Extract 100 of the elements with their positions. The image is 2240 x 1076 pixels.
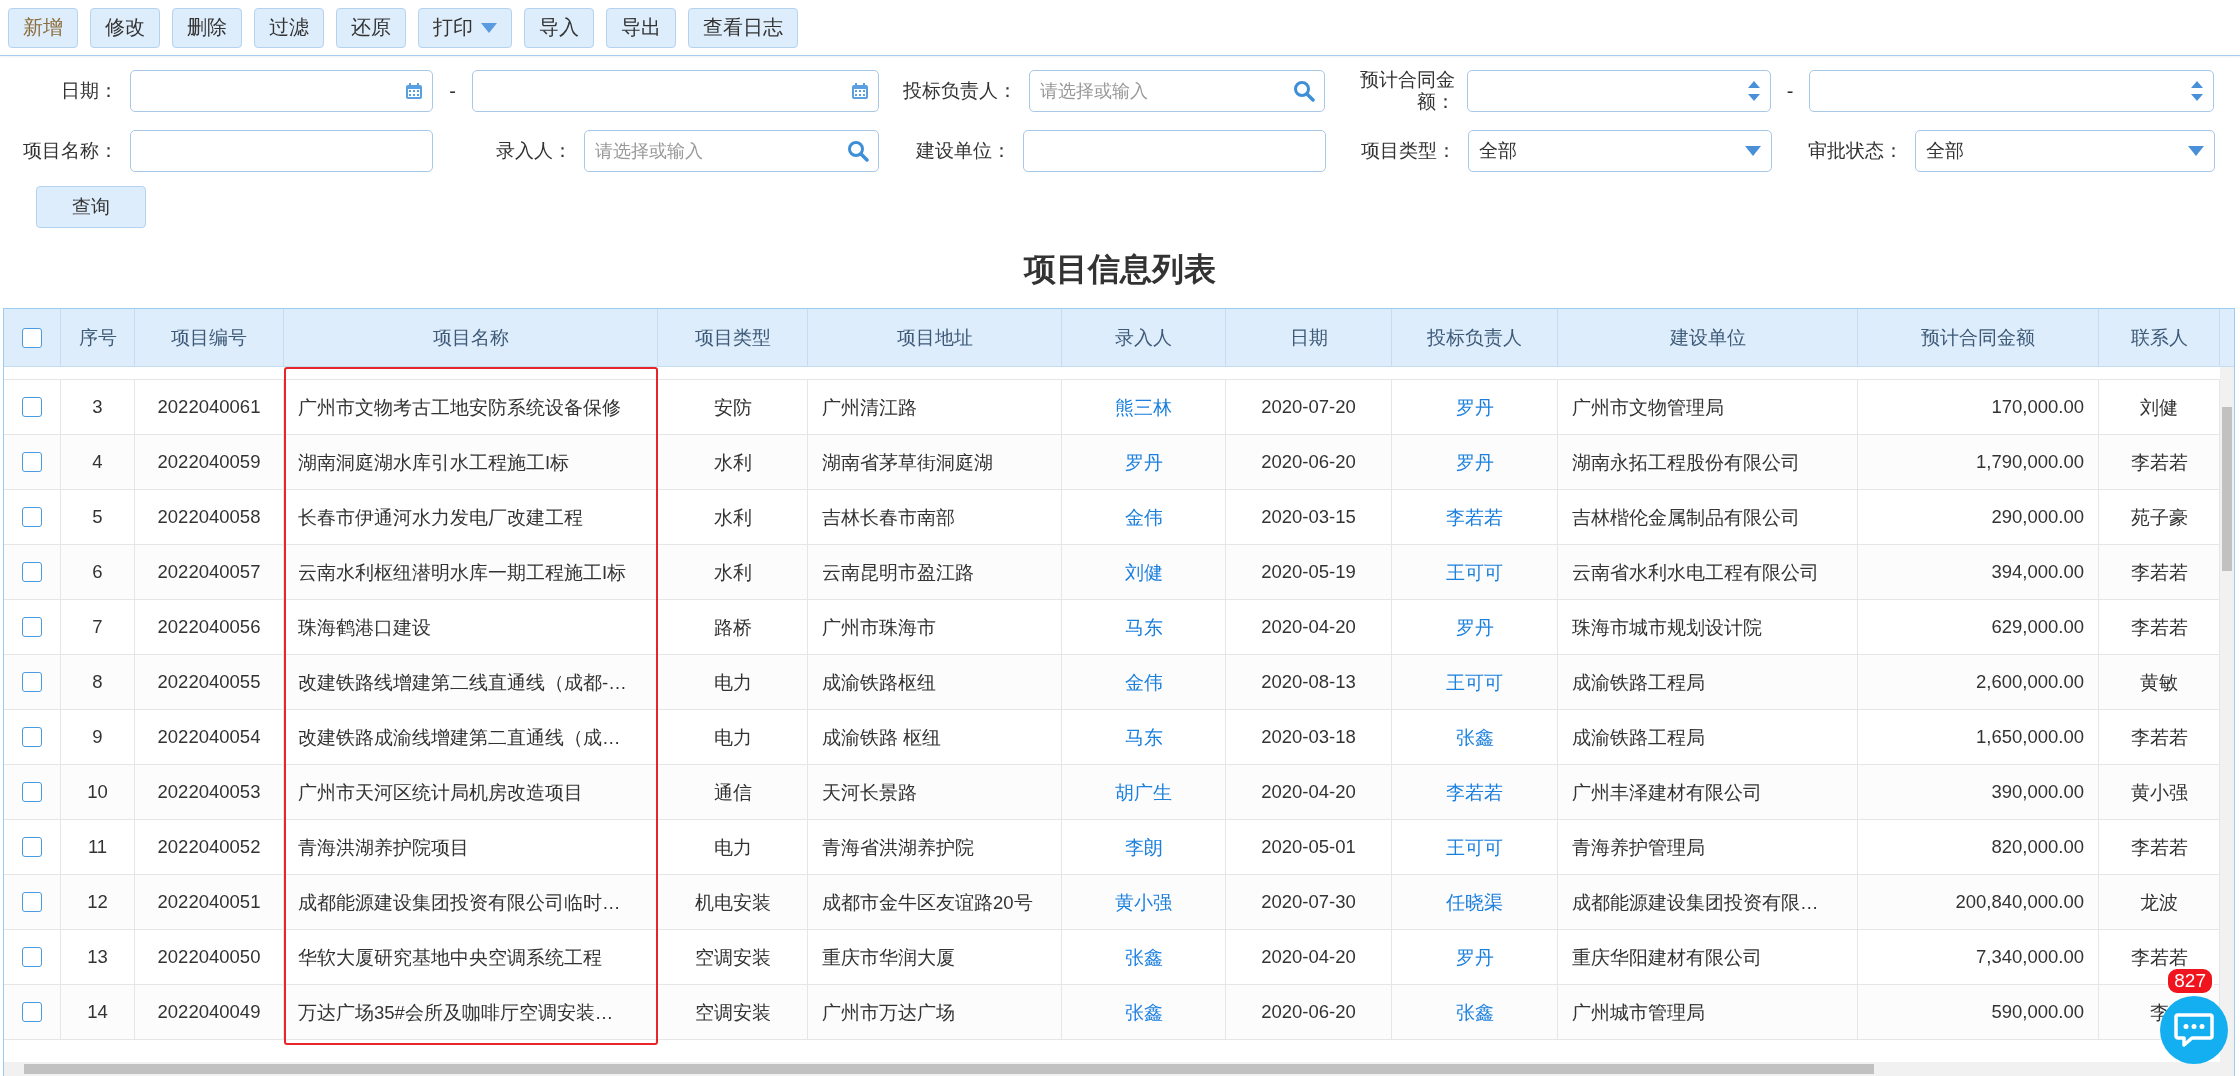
query-button[interactable]: 查询 <box>36 186 146 228</box>
row-checkbox[interactable] <box>22 617 42 637</box>
table-cell-text: 成都市金牛区友谊路20号 <box>821 890 1034 915</box>
select-field[interactable]: 全部 <box>1468 130 1772 172</box>
table-cell-text: 广州市文物管理局 <box>1571 395 1725 420</box>
text-field[interactable] <box>130 130 433 172</box>
search-field[interactable]: 请选择或输入 <box>1029 70 1325 112</box>
toolbar-button[interactable]: 新增 <box>8 7 78 48</box>
toolbar-button[interactable]: 导入 <box>524 7 594 48</box>
person-link[interactable]: 李朗 <box>1110 834 1177 860</box>
horizontal-scrollbar[interactable] <box>4 1062 2234 1076</box>
column-header[interactable]: 项目地址 <box>896 324 973 351</box>
column-header[interactable]: 预计合同金额 <box>1921 324 2035 351</box>
row-checkbox[interactable] <box>22 397 42 417</box>
toolbar-button[interactable]: 过滤 <box>254 7 324 48</box>
table-cell-text: 广州市珠海市 <box>821 615 937 640</box>
column-header[interactable]: 项目编号 <box>171 324 247 351</box>
row-checkbox[interactable] <box>22 452 42 472</box>
search-field[interactable]: 请选择或输入 <box>584 130 879 172</box>
spinner-arrows-icon[interactable] <box>1747 79 1761 103</box>
table-cell-text: 1,650,000.00 <box>1974 726 2085 748</box>
person-link[interactable]: 李若若 <box>1432 504 1517 530</box>
table-cell-text: 改建铁路成渝线增建第二直通线（成… <box>297 725 622 750</box>
row-checkbox[interactable] <box>22 892 42 912</box>
row-checkbox[interactable] <box>22 837 42 857</box>
person-link[interactable]: 张鑫 <box>1110 999 1177 1025</box>
search-icon[interactable] <box>1293 80 1315 102</box>
row-checkbox[interactable] <box>22 672 42 692</box>
person-link[interactable]: 李若若 <box>1432 779 1517 805</box>
table-cell-text: 云南省水利水电工程有限公司 <box>1571 560 1820 585</box>
person-link[interactable]: 马东 <box>1110 724 1177 750</box>
table-cell-text: 机电安装 <box>693 890 772 915</box>
table-cell-text: 8 <box>91 671 104 693</box>
table-cell-text: 安防 <box>712 395 753 420</box>
column-header[interactable]: 日期 <box>1289 324 1328 351</box>
person-link[interactable]: 金伟 <box>1110 669 1177 695</box>
column-header[interactable]: 录入人 <box>1115 324 1172 351</box>
person-link[interactable]: 胡广生 <box>1101 779 1186 805</box>
number-field[interactable] <box>1467 70 1771 112</box>
column-header[interactable]: 投标负责人 <box>1427 324 1522 351</box>
column-header[interactable]: 联系人 <box>2130 324 2188 351</box>
row-checkbox[interactable] <box>22 507 42 527</box>
date-field[interactable] <box>472 70 879 112</box>
person-link[interactable]: 罗丹 <box>1110 449 1177 475</box>
column-header[interactable]: 建设单位 <box>1669 324 1746 351</box>
person-link[interactable]: 马东 <box>1110 614 1177 640</box>
person-link[interactable]: 张鑫 <box>1110 944 1177 970</box>
toolbar-button[interactable]: 还原 <box>336 7 406 48</box>
person-link[interactable]: 王可可 <box>1432 559 1517 585</box>
select-all-checkbox[interactable] <box>22 327 42 348</box>
person-link[interactable]: 罗丹 <box>1441 449 1508 475</box>
table-cell-text: 重庆华阳建材有限公司 <box>1571 945 1763 970</box>
field-label: 录入人： <box>496 140 572 162</box>
row-checkbox[interactable] <box>22 562 42 582</box>
toolbar-button[interactable]: 导出 <box>606 7 676 48</box>
search-icon[interactable] <box>847 140 869 162</box>
person-link[interactable]: 张鑫 <box>1441 724 1508 750</box>
calendar-icon[interactable] <box>851 82 869 100</box>
column-header[interactable]: 序号 <box>78 324 117 351</box>
person-link[interactable]: 任晓渠 <box>1432 889 1517 915</box>
column-header[interactable]: 项目名称 <box>432 324 509 351</box>
table-cell-text: 2020-07-30 <box>1260 891 1357 913</box>
row-checkbox[interactable] <box>22 1002 42 1022</box>
text-field[interactable] <box>1023 130 1326 172</box>
person-link[interactable]: 王可可 <box>1432 834 1517 860</box>
table-cell-text: 水利 <box>712 505 753 530</box>
person-link[interactable]: 张鑫 <box>1441 999 1508 1025</box>
table-cell-text: 珠海市城市规划设计院 <box>1571 615 1763 640</box>
table-cell-text: 394,000.00 <box>1990 561 2085 583</box>
table-cell-text: 2022040055 <box>156 671 262 693</box>
toolbar-button[interactable]: 打印 <box>418 7 512 48</box>
person-link[interactable]: 黄小强 <box>1101 889 1186 915</box>
person-link[interactable]: 罗丹 <box>1441 614 1508 640</box>
person-link[interactable]: 熊三林 <box>1101 394 1186 420</box>
caret-icon <box>2188 146 2204 156</box>
toolbar-button[interactable]: 查看日志 <box>688 7 798 48</box>
table-cell-text: 广州清江路 <box>821 395 918 420</box>
column-header[interactable]: 项目类型 <box>694 324 771 351</box>
calendar-icon[interactable] <box>405 82 423 100</box>
table-cell-text: 629,000.00 <box>1990 616 2085 638</box>
date-field[interactable] <box>130 70 433 112</box>
number-field[interactable] <box>1809 70 2214 112</box>
person-link[interactable]: 罗丹 <box>1441 394 1508 420</box>
row-checkbox[interactable] <box>22 947 42 967</box>
person-link[interactable]: 金伟 <box>1110 504 1177 530</box>
table-cell-text: 2022040061 <box>156 396 262 418</box>
table-cell-text: 4 <box>91 451 104 473</box>
table-cell-text: 2022040049 <box>156 1001 262 1023</box>
select-field[interactable]: 全部 <box>1915 130 2215 172</box>
row-checkbox[interactable] <box>22 727 42 747</box>
vertical-scrollbar[interactable] <box>2220 367 2234 1062</box>
person-link[interactable]: 刘健 <box>1110 559 1177 585</box>
caret-icon <box>481 22 497 33</box>
table-cell-text: 2022040052 <box>156 836 262 858</box>
spinner-arrows-icon[interactable] <box>2190 79 2204 103</box>
person-link[interactable]: 王可可 <box>1432 669 1517 695</box>
person-link[interactable]: 罗丹 <box>1441 944 1508 970</box>
row-checkbox[interactable] <box>22 782 42 802</box>
toolbar-button[interactable]: 删除 <box>172 7 242 48</box>
toolbar-button[interactable]: 修改 <box>90 7 160 48</box>
